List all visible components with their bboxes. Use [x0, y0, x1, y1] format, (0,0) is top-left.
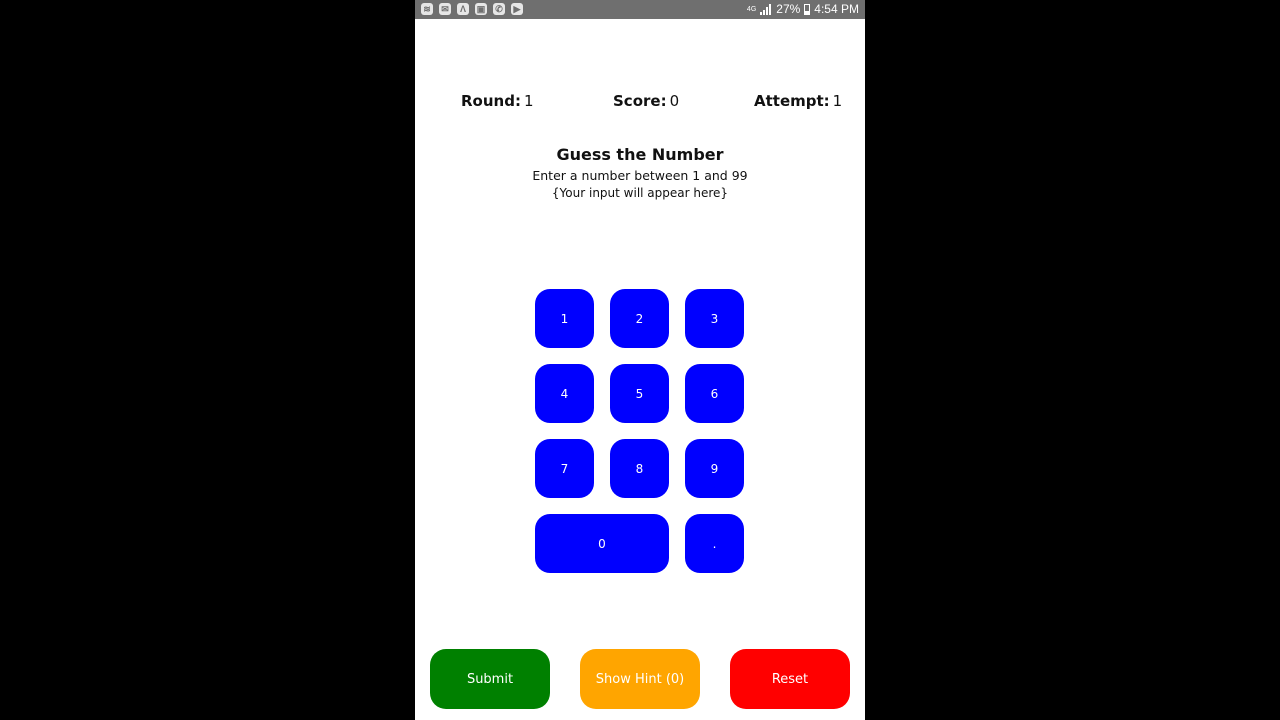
score-value: 0	[669, 92, 680, 110]
notification-icons: ≋ ✉ Λ ▣ ✆ ▶	[421, 3, 523, 15]
submit-button[interactable]: Submit	[430, 649, 550, 709]
key-decimal[interactable]: .	[685, 514, 744, 573]
show-hint-button[interactable]: Show Hint (0)	[580, 649, 700, 709]
image-icon: ▣	[475, 3, 487, 15]
attempt-stat: Attempt: 1	[754, 92, 842, 110]
battery-icon	[804, 3, 811, 15]
score-stat: Score: 0	[613, 92, 679, 110]
key-4[interactable]: 4	[535, 364, 594, 423]
key-9[interactable]: 9	[685, 439, 744, 498]
status-bar: ≋ ✉ Λ ▣ ✆ ▶ 4G 27% 4:54 PM	[415, 0, 865, 19]
system-status: 4G 27% 4:54 PM	[747, 2, 859, 16]
key-8[interactable]: 8	[610, 439, 669, 498]
key-0[interactable]: 0	[535, 514, 669, 573]
round-label: Round:	[461, 92, 521, 110]
clock: 4:54 PM	[814, 2, 859, 16]
app-icon: Λ	[457, 3, 469, 15]
whatsapp-icon: ✆	[493, 3, 505, 15]
number-keypad: 1 2 3 4 5 6 7 8 9 0 .	[535, 289, 745, 574]
key-7[interactable]: 7	[535, 439, 594, 498]
key-3[interactable]: 3	[685, 289, 744, 348]
messenger-icon: ✉	[439, 3, 451, 15]
wifi-icon: ≋	[421, 3, 433, 15]
attempt-value: 1	[832, 92, 843, 110]
attempt-label: Attempt:	[754, 92, 830, 110]
phone-screen: ≋ ✉ Λ ▣ ✆ ▶ 4G 27% 4:54 PM Round: 1 Score…	[415, 0, 865, 720]
play-store-icon: ▶	[511, 3, 523, 15]
key-1[interactable]: 1	[535, 289, 594, 348]
stats-bar: Round: 1 Score: 0 Attempt: 1	[415, 92, 865, 114]
signal-icon	[760, 3, 772, 15]
key-6[interactable]: 6	[685, 364, 744, 423]
page-title: Guess the Number	[556, 145, 724, 164]
score-label: Score:	[613, 92, 667, 110]
key-2[interactable]: 2	[610, 289, 669, 348]
round-stat: Round: 1	[461, 92, 534, 110]
instruction-text: Enter a number between 1 and 99	[532, 168, 748, 183]
guess-input-display: {Your input will appear here}	[551, 186, 729, 200]
reset-button[interactable]: Reset	[730, 649, 850, 709]
key-5[interactable]: 5	[610, 364, 669, 423]
network-type: 4G	[746, 5, 757, 13]
round-value: 1	[523, 92, 534, 110]
battery-percent: 27%	[776, 2, 801, 16]
